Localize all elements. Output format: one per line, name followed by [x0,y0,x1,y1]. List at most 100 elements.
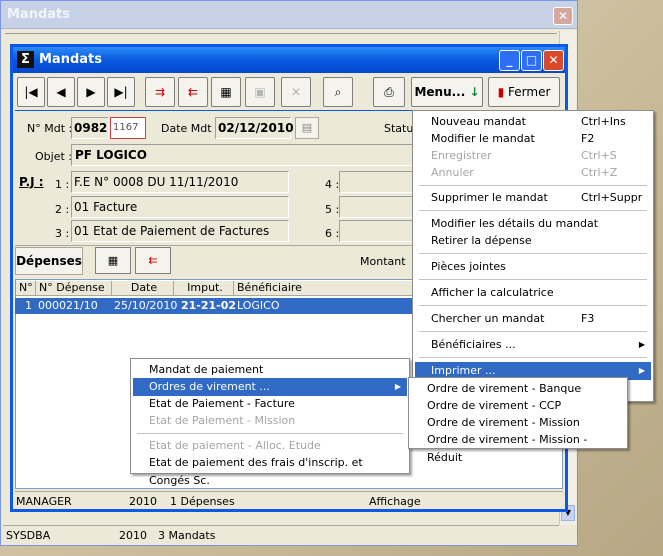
calendar-icon[interactable]: ▤ [295,117,319,139]
maximize-button[interactable]: □ [521,50,542,71]
pj-field-6[interactable] [339,220,415,242]
submenu-arrow-icon: ▶ [638,366,645,375]
montant-label: Montant [360,255,406,268]
add-detail-icon[interactable]: ⇉ [145,77,175,107]
status-user: SYSDBA [6,529,51,542]
cell-beneficiaire: LOGICO [237,299,280,312]
close-form-button[interactable]: ▮ Fermer [488,77,560,107]
exit-icon: ▮ [497,85,505,99]
edit-details-icon[interactable]: ▦ [211,77,241,107]
pj-num-4: 4 : [325,178,340,191]
col-num[interactable]: N° [16,281,36,296]
close-button[interactable]: ✕ [543,50,564,71]
submenu-item-virement-banque[interactable]: Ordre de virement - Banque [411,380,625,398]
menu-item-beneficiaires[interactable]: Bénéficiaires ... ▶ [415,336,651,354]
mdt-number: 0982 [71,117,109,139]
first-record-button[interactable]: |◀ [17,77,45,107]
pj-field-2[interactable]: 01 Facture [71,196,289,218]
outer-status-bar: SYSDBA 2010 3 Mandats [3,525,559,545]
menu-item-annuler[interactable]: Annuler Ctrl+Z [415,164,651,182]
objet-field[interactable]: PF LOGICO [71,144,416,166]
outer-title: Mandats [7,7,70,22]
pj-num-6: 6 : [325,227,340,240]
status-expenses: 1 Dépenses [170,495,235,508]
arrow-down-icon: ↓ [469,85,480,99]
status-count: 3 Mandats [158,529,216,542]
remove-detail-icon[interactable]: ⇇ [178,77,208,107]
menu-item-chercher[interactable]: Chercher un mandat F3 [415,310,651,328]
col-imput[interactable]: Imput. [174,281,234,296]
remove-expense-icon[interactable]: ⇇ [135,247,171,274]
menu-separator [419,357,647,358]
next-record-button[interactable]: ▶ [77,77,105,107]
menu-item-modifier[interactable]: Modifier le mandat F2 [415,130,651,148]
print-submenu: Mandat de paiement Ordres de virement ..… [130,358,410,487]
tab-depenses[interactable]: Dépenses [15,247,83,275]
pj-field-5[interactable] [339,196,415,218]
menu-separator [419,305,647,306]
date-field[interactable]: 02/12/2010 [215,117,294,139]
cell-depense: 000021/10 [38,299,98,312]
virement-submenu: Ordre de virement - Banque Ordre de vire… [408,377,628,464]
pj-field-3[interactable]: 01 Etat de Paiement de Factures [71,220,289,242]
pj-label: P.J : [19,175,44,189]
menu-item-pieces-jointes[interactable]: Pièces jointes [415,258,651,276]
menu-separator [137,433,403,434]
inner-title: Mandats [39,52,102,67]
cancel-icon[interactable]: ✕ [281,77,311,107]
menu-button-label: Menu... [414,85,466,99]
submenu-item-ordres-virement[interactable]: Ordres de virement ... ▶ [133,378,407,396]
submenu-arrow-icon: ▶ [638,340,645,349]
menu-item-calculatrice[interactable]: Afficher la calculatrice [415,284,651,302]
main-menu: Nouveau mandat Ctrl+Ins Modifier le manda… [412,110,654,402]
submenu-item-virement-ccp[interactable]: Ordre de virement - CCP [411,397,625,415]
submenu-item-virement-mission[interactable]: Ordre de virement - Mission [411,414,625,432]
pj-field-1[interactable]: F.E N° 0008 DU 11/11/2010 [71,171,289,193]
mdt-alt-number[interactable]: 1167 [110,117,146,139]
statut-label: Statu [384,122,414,135]
menu-separator [419,331,647,332]
pj-num-1: 1 : [55,178,70,191]
menu-button[interactable]: Menu... ↓ [411,77,483,107]
minimize-button[interactable]: _ [499,50,520,71]
menu-item-nouveau[interactable]: Nouveau mandat Ctrl+Ins [415,113,651,131]
menu-separator [419,253,647,254]
pj-num-3: 3 : [55,227,70,240]
menu-item-supprimer[interactable]: Supprimer le mandat Ctrl+Suppr [415,189,651,207]
status-inner-year: 2010 [129,495,157,508]
save-icon[interactable]: ▣ [245,77,275,107]
menu-item-enregistrer[interactable]: Enregistrer Ctrl+S [415,147,651,165]
status-year: 2010 [119,529,147,542]
app-icon: Σ [17,51,34,68]
objet-label: Objet : [35,150,72,163]
outer-title-bar: Mandats ✕ [1,1,577,29]
col-date[interactable]: Date [112,281,174,296]
submenu-item-alloc-etude[interactable]: Etat de paiement - Alloc. Etude [133,437,407,455]
submenu-item-virement-reduit[interactable]: Ordre de virement - Mission - Réduit [411,431,625,464]
pj-num-2: 2 : [55,203,70,216]
status-manager: MANAGER [16,495,72,508]
inner-title-bar: Σ Mandats _ □ ✕ [13,47,565,73]
col-depense[interactable]: N° Dépense [36,281,112,296]
menu-separator [419,279,647,280]
pj-num-5: 5 : [325,203,340,216]
submenu-item-etat-mission[interactable]: Etat de Paiement - Mission [133,412,407,430]
date-label: Date Mdt : [161,122,219,135]
menu-separator [419,210,647,211]
last-record-button[interactable]: ▶| [107,77,135,107]
inner-status-bar: MANAGER 2010 1 Dépenses Affichage [15,491,563,509]
prev-record-button[interactable]: ◀ [47,77,75,107]
search-icon[interactable]: ⌕ [323,77,353,107]
pj-field-4[interactable] [339,171,415,193]
menu-separator [419,185,647,186]
submenu-item-mandat-paiement[interactable]: Mandat de paiement [133,361,407,379]
edit-expense-icon[interactable]: ▦ [95,247,131,274]
submenu-item-etat-facture[interactable]: Etat de Paiement - Facture [133,395,407,413]
status-mode: Affichage [369,495,421,508]
submenu-item-frais-inscrip[interactable]: Etat de paiement des frais d'inscrip. et… [133,454,407,487]
print-icon[interactable]: ⎙ [373,77,405,107]
cell-num: 1 [25,299,32,312]
outer-close-button[interactable]: ✕ [553,7,573,25]
menu-item-modifier-details[interactable]: Modifier les détails du mandat [415,215,651,233]
menu-item-retirer[interactable]: Retirer la dépense [415,232,651,250]
